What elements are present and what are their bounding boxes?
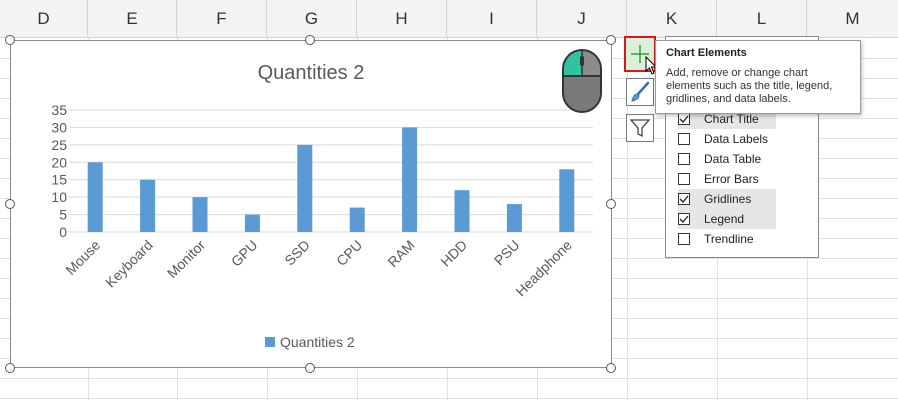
resize-handle-bottom-right[interactable] <box>606 363 616 373</box>
chart-area[interactable]: 0 5 10 15 20 25 30 35 Mouse Keyboard Monitor GPU SS… <box>10 40 612 368</box>
checkbox-legend[interactable] <box>678 213 690 225</box>
chart-title[interactable]: Quantities 2 <box>258 62 365 84</box>
column-header-row: D E F G H I J K L M <box>0 0 898 38</box>
legend-label[interactable]: Quantities 2 <box>280 334 355 350</box>
panel-item-label: Data Table <box>704 152 762 166</box>
checkbox-chart-title[interactable] <box>678 113 690 125</box>
y-tick-label: 35 <box>51 102 67 118</box>
resize-handle-top[interactable] <box>305 35 315 45</box>
bar-cpu[interactable] <box>349 207 365 232</box>
column-header-e[interactable]: E <box>88 0 177 38</box>
column-header-g[interactable]: G <box>267 0 357 38</box>
column-header-l[interactable]: L <box>717 0 807 38</box>
column-header-h[interactable]: H <box>357 0 447 38</box>
grid-line <box>0 398 898 399</box>
panel-item-data-labels[interactable]: Data Labels <box>678 129 776 149</box>
x-tick-label: SSD <box>281 237 313 269</box>
chart-elements-tooltip: Chart Elements Add, remove or change cha… <box>655 40 861 114</box>
y-tick-label: 30 <box>51 119 67 135</box>
checkbox-data-labels[interactable] <box>678 133 690 145</box>
tooltip-body: Add, remove or change chart elements suc… <box>666 67 833 105</box>
panel-item-label: Chart Title <box>704 112 759 126</box>
checkmark-icon <box>679 115 689 123</box>
column-header-f[interactable]: F <box>177 0 267 38</box>
panel-item-label: Error Bars <box>704 172 759 186</box>
panel-item-label: Trendline <box>704 232 754 246</box>
panel-item-label: Legend <box>704 212 745 226</box>
checkbox-error-bars[interactable] <box>678 173 690 185</box>
x-tick-label: Headphone <box>512 237 575 300</box>
column-header-m[interactable]: M <box>807 0 898 38</box>
y-tick-label: 15 <box>51 172 67 188</box>
resize-handle-top-left[interactable] <box>5 35 15 45</box>
resize-handle-bottom[interactable] <box>305 363 315 373</box>
x-tick-label: Keyboard <box>102 237 156 291</box>
panel-item-trendline[interactable]: Trendline <box>678 229 776 249</box>
bar-chart: 05 1015 2025 3035 MouseKeyboard Monitor GPU SS… <box>51 62 593 350</box>
x-tick-label: CPU <box>333 237 365 269</box>
resize-handle-right[interactable] <box>606 199 616 209</box>
resize-handle-left[interactable] <box>5 199 15 209</box>
x-tick-label: GPU <box>228 237 261 270</box>
panel-item-error-bars[interactable]: Error Bars <box>678 169 776 189</box>
bar-hdd[interactable] <box>454 190 470 232</box>
x-tick-label: HDD <box>437 237 470 270</box>
mouse-icon <box>562 49 602 113</box>
checkmark-icon <box>679 195 689 203</box>
checkmark-icon <box>679 215 689 223</box>
checkbox-gridlines[interactable] <box>678 193 690 205</box>
panel-item-legend[interactable]: Legend <box>678 209 776 229</box>
bar-gpu[interactable] <box>244 214 260 232</box>
y-tick-label: 25 <box>51 137 67 153</box>
brush-icon <box>631 81 650 102</box>
bar-monitor[interactable] <box>192 197 208 232</box>
filter-icon <box>629 119 651 138</box>
checkbox-trendline[interactable] <box>678 233 690 245</box>
grid-line <box>0 378 898 379</box>
bar-mouse[interactable] <box>87 162 103 232</box>
x-tick-label: RAM <box>384 237 417 270</box>
column-header-i[interactable]: I <box>447 0 537 38</box>
panel-item-label: Data Labels <box>704 132 769 146</box>
tooltip-title: Chart Elements <box>666 47 747 59</box>
bar-headphone[interactable] <box>559 169 575 232</box>
resize-handle-top-right[interactable] <box>606 35 616 45</box>
legend-swatch <box>265 337 275 347</box>
column-header-d[interactable]: D <box>0 0 88 38</box>
bar-ram[interactable] <box>402 127 418 232</box>
panel-item-data-table[interactable]: Data Table <box>678 149 776 169</box>
chart-filters-button[interactable] <box>626 114 654 142</box>
x-tick-label: PSU <box>491 237 523 269</box>
y-tick-label: 10 <box>51 189 67 205</box>
x-tick-label: Mouse <box>62 237 103 278</box>
y-tick-label: 0 <box>59 224 67 240</box>
column-header-j[interactable]: J <box>537 0 627 38</box>
checkbox-data-table[interactable] <box>678 153 690 165</box>
bar-keyboard[interactable] <box>140 179 156 232</box>
y-tick-label: 5 <box>59 207 67 223</box>
panel-item-gridlines[interactable]: Gridlines <box>678 189 776 209</box>
x-tick-label: Monitor <box>164 237 209 282</box>
panel-item-label: Gridlines <box>704 192 752 206</box>
y-tick-label: 20 <box>51 154 67 170</box>
bar-ssd[interactable] <box>297 144 313 232</box>
bar-psu[interactable] <box>506 204 522 232</box>
chart-styles-button[interactable] <box>626 78 654 106</box>
column-header-k[interactable]: K <box>627 0 717 38</box>
resize-handle-bottom-left[interactable] <box>5 363 15 373</box>
